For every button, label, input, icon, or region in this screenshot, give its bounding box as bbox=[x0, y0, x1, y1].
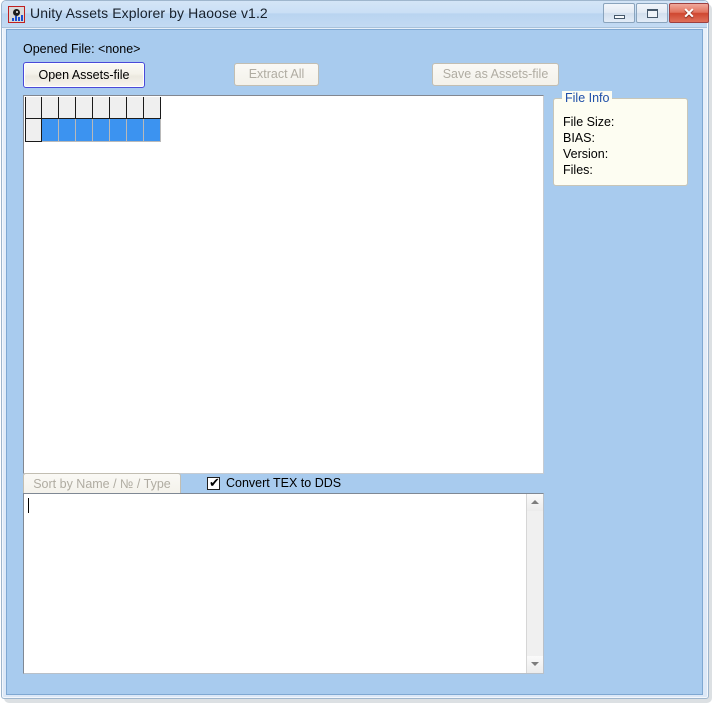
maximize-button[interactable] bbox=[636, 3, 668, 23]
text-caret bbox=[28, 498, 29, 513]
assets-grid bbox=[25, 97, 161, 142]
grid-cell[interactable] bbox=[42, 119, 59, 142]
grid-header-cell[interactable] bbox=[25, 97, 42, 119]
grid-header-cell[interactable] bbox=[127, 97, 144, 119]
checkbox-box[interactable]: ✔ bbox=[207, 474, 220, 490]
grid-header-cell[interactable] bbox=[110, 97, 127, 119]
client-area: Opened File: <none> Open Assets-file Ext… bbox=[6, 29, 703, 695]
title-bar[interactable]: Unity Assets Explorer by Haoose v1.2 ✕ bbox=[2, 1, 709, 28]
minimize-button[interactable] bbox=[603, 3, 635, 23]
grid-cell[interactable] bbox=[127, 119, 144, 142]
minimize-icon bbox=[614, 15, 625, 19]
scroll-down-arrow-icon[interactable] bbox=[527, 656, 543, 673]
assets-list-view[interactable] bbox=[23, 95, 544, 474]
table-row[interactable] bbox=[25, 119, 161, 142]
bias-label: BIAS: bbox=[563, 131, 595, 145]
close-button[interactable]: ✕ bbox=[669, 3, 709, 23]
grid-header-cell[interactable] bbox=[76, 97, 93, 119]
file-info-group: File Info File Size: BIAS: Version: File… bbox=[553, 91, 688, 186]
save-as-assets-file-button[interactable]: Save as Assets-file bbox=[432, 63, 559, 86]
grid-header-row[interactable] bbox=[25, 97, 161, 119]
version-label: Version: bbox=[563, 147, 609, 161]
grid-cell[interactable] bbox=[110, 119, 127, 142]
grid-cell[interactable] bbox=[93, 119, 110, 142]
checkbox-label: Convert TEX to DDS bbox=[226, 476, 342, 490]
opened-file-label: Opened File: <none> bbox=[23, 42, 141, 56]
grid-header-cell[interactable] bbox=[59, 97, 76, 119]
application-window: Unity Assets Explorer by Haoose v1.2 ✕ O… bbox=[0, 0, 713, 704]
grid-cell[interactable] bbox=[59, 119, 76, 142]
grid-cell[interactable] bbox=[144, 119, 161, 142]
grid-cell[interactable] bbox=[76, 119, 93, 142]
app-icon bbox=[8, 6, 25, 23]
file-info-title: File Info bbox=[562, 91, 613, 105]
checkmark-icon: ✔ bbox=[209, 474, 220, 490]
grid-row-handle[interactable] bbox=[25, 119, 42, 142]
maximize-icon bbox=[647, 9, 658, 18]
grid-header-cell[interactable] bbox=[42, 97, 59, 119]
log-scrollbar[interactable] bbox=[526, 494, 543, 673]
file-size-label: File Size: bbox=[563, 115, 615, 129]
extract-all-button[interactable]: Extract All bbox=[234, 63, 319, 86]
scroll-up-arrow-icon[interactable] bbox=[527, 494, 543, 511]
grid-header-cell[interactable] bbox=[144, 97, 161, 119]
files-label: Files: bbox=[563, 163, 593, 177]
close-icon: ✕ bbox=[683, 5, 695, 21]
open-assets-file-button[interactable]: Open Assets-file bbox=[23, 62, 145, 88]
convert-tex-to-dds-checkbox[interactable]: ✔ Convert TEX to DDS bbox=[207, 476, 341, 490]
grid-header-cell[interactable] bbox=[93, 97, 110, 119]
log-textarea[interactable] bbox=[23, 493, 544, 674]
window-title: Unity Assets Explorer by Haoose v1.2 bbox=[30, 5, 268, 21]
